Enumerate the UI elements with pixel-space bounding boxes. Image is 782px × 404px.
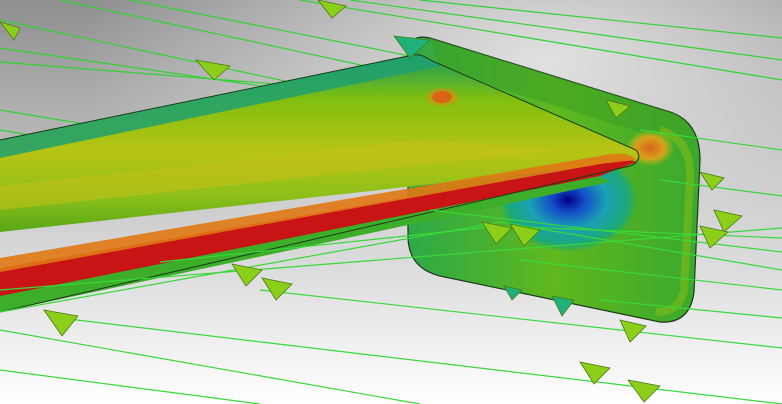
- simulation-viewport: [0, 0, 782, 404]
- flow-simulation-render: [0, 0, 782, 404]
